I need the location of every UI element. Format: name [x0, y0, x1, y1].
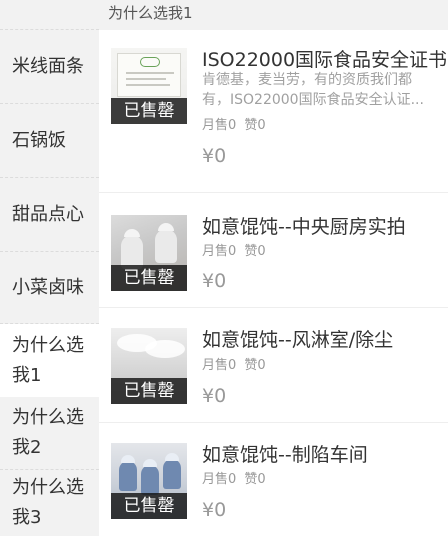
product-item[interactable]: 已售罄 如意馄饨--风淋室/除尘 月售0 赞0 ¥0	[99, 308, 448, 423]
product-description-line: 肯德基，麦当劳，有的资质我们都	[202, 72, 412, 88]
likes-count: 赞0	[244, 244, 266, 259]
product-price: ¥0	[202, 145, 227, 167]
product-stats: 月售0 赞0	[202, 358, 266, 374]
likes-count: 赞0	[244, 118, 266, 133]
product-name: 如意馄饨--制陷车间	[202, 444, 368, 466]
sidebar-item-label: 小菜卤味	[12, 277, 84, 298]
sidebar-item-why-choose-us-1[interactable]: 为什么选我1	[0, 324, 99, 397]
sidebar-item-label: 为什么选我1	[12, 334, 84, 386]
likes-count: 赞0	[244, 358, 266, 373]
sidebar-item-why-choose-us-3[interactable]: 为什么选我3	[0, 470, 99, 536]
product-item[interactable]: 已售罄 ISO22000国际食品安全证书 肯德基，麦当劳，有的资质我们都 有，I…	[99, 30, 448, 193]
sold-out-badge: 已售罄	[111, 265, 187, 291]
sidebar-item-label: 为什么选我3	[12, 477, 84, 528]
category-sidebar: 米线面条 石锅饭 甜品点心 小菜卤味 为什么选我1 为什么选我2 为什么选我3	[0, 0, 99, 536]
product-image[interactable]: 已售罄	[111, 328, 187, 404]
product-item[interactable]: 已售罄 如意馄饨--中央厨房实拍 月售0 赞0 ¥0	[99, 193, 448, 308]
sold-out-badge: 已售罄	[111, 98, 187, 124]
sidebar-item-why-choose-us-2[interactable]: 为什么选我2	[0, 397, 99, 470]
sidebar-item-top-partial[interactable]	[0, 0, 99, 30]
product-name: 如意馄饨--中央厨房实拍	[202, 216, 406, 238]
product-list: 为什么选我1 已售罄 ISO22000国际食品安全证书 肯德基，麦当劳，有的资质…	[99, 0, 448, 536]
sidebar-item-label: 甜品点心	[12, 204, 84, 225]
section-title: 为什么选我1	[99, 0, 448, 30]
sidebar-item-stone-pot-rice[interactable]: 石锅饭	[0, 105, 99, 178]
product-stats: 月售0 赞0	[202, 472, 266, 488]
certificate-image	[117, 53, 181, 97]
product-name: 如意馄饨--风淋室/除尘	[202, 329, 394, 351]
product-item[interactable]: 已售罄 如意馄饨--制陷车间 月售0 赞0 ¥0	[99, 423, 448, 536]
product-image[interactable]: 已售罄	[111, 215, 187, 291]
product-name: ISO22000国际食品安全证书	[202, 49, 448, 71]
sidebar-item-label: 米线面条	[12, 56, 84, 77]
product-image[interactable]: 已售罄	[111, 443, 187, 519]
product-stats: 月售0 赞0	[202, 244, 266, 260]
product-description: 肯德基，麦当劳，有的资质我们都 有，ISO22000国际食品安全认证...	[202, 70, 442, 110]
sidebar-item-label: 石锅饭	[12, 130, 66, 151]
product-description-line: 有，ISO22000国际食品安全认证...	[202, 92, 424, 108]
sold-out-badge: 已售罄	[111, 493, 187, 519]
monthly-sales: 月售0	[202, 118, 237, 133]
monthly-sales: 月售0	[202, 472, 237, 487]
sidebar-item-side-dishes[interactable]: 小菜卤味	[0, 253, 99, 324]
sidebar-item-desserts[interactable]: 甜品点心	[0, 179, 99, 252]
product-price: ¥0	[202, 385, 227, 407]
product-image[interactable]: 已售罄	[111, 48, 187, 124]
product-stats: 月售0 赞0	[202, 118, 266, 134]
sidebar-item-noodles[interactable]: 米线面条	[0, 31, 99, 104]
sold-out-badge: 已售罄	[111, 378, 187, 404]
monthly-sales: 月售0	[202, 358, 237, 373]
likes-count: 赞0	[244, 472, 266, 487]
sidebar-item-label: 为什么选我2	[12, 407, 84, 458]
product-price: ¥0	[202, 270, 227, 292]
product-price: ¥0	[202, 499, 227, 521]
monthly-sales: 月售0	[202, 244, 237, 259]
